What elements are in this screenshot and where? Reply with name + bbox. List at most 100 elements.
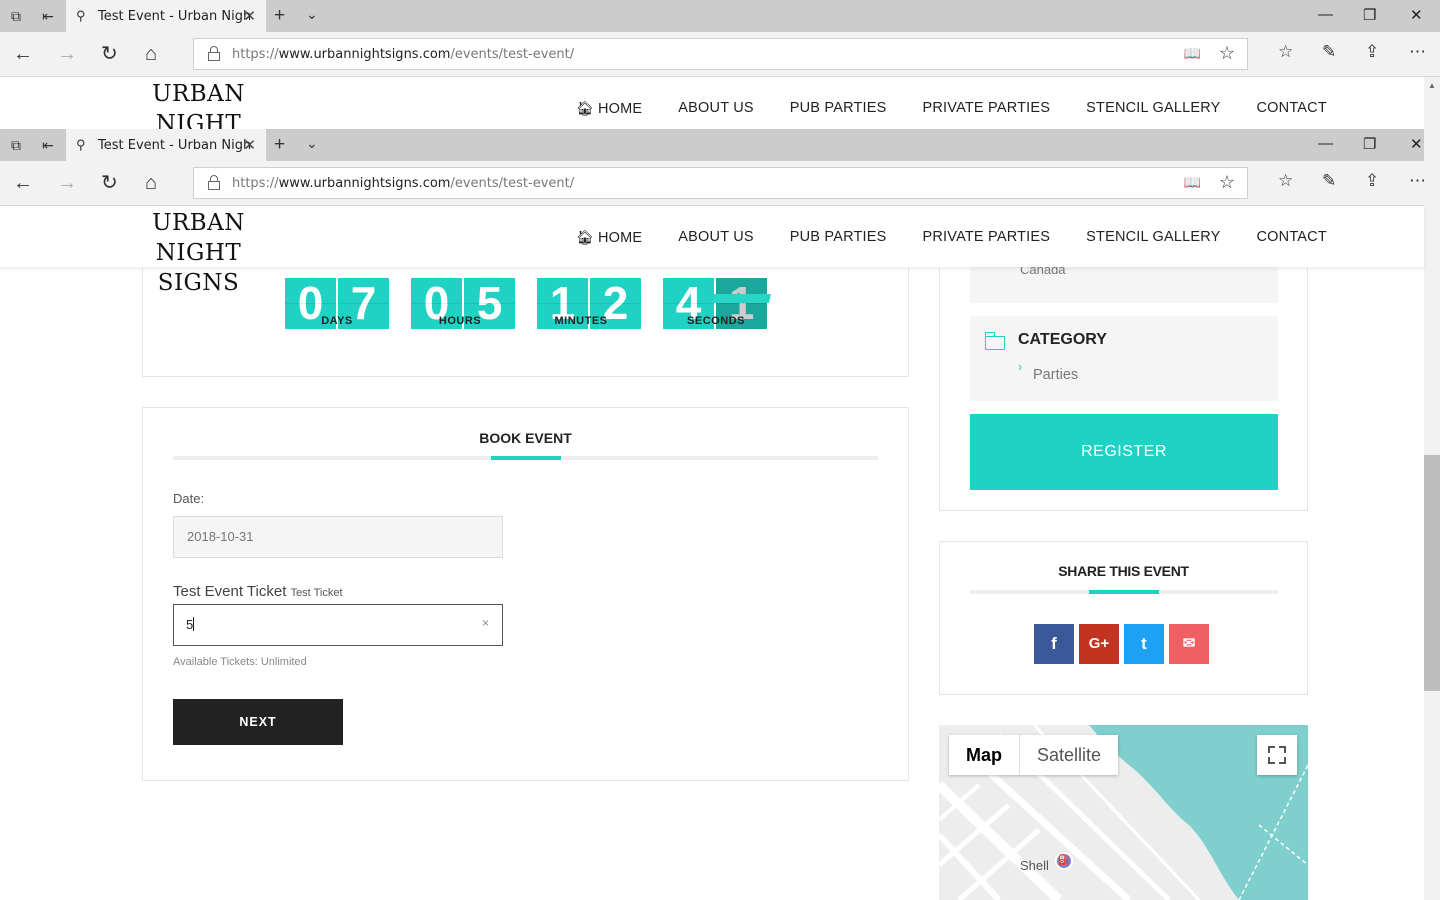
tab-preview-chevron-icon[interactable]: ⌄	[306, 6, 318, 23]
nav-about-us[interactable]: ABOUT US	[678, 100, 753, 117]
nav-stencil-gallery[interactable]: STENCIL GALLERY	[1086, 100, 1220, 117]
pen-icon[interactable]: ✎	[1322, 171, 1336, 191]
ticket-label: Test Event Ticket Test Ticket	[173, 583, 343, 600]
event-map[interactable]: Map Satellite Shell ⛽	[939, 725, 1308, 900]
home-icon: 🏠︎	[576, 229, 594, 245]
fullscreen-icon[interactable]	[1257, 735, 1297, 775]
share-icon[interactable]: ⇪	[1365, 42, 1379, 62]
text-caret	[193, 617, 195, 631]
browser-tab[interactable]: ⚲ Test Event - Urban Nigh ✕	[66, 0, 266, 32]
title-divider-accent	[1089, 590, 1159, 594]
refresh-icon[interactable]: ↻	[101, 43, 118, 65]
category-link[interactable]: Parties	[1033, 367, 1078, 383]
nav-private-parties[interactable]: PRIVATE PARTIES	[923, 100, 1051, 117]
new-tab-icon[interactable]: +	[274, 5, 285, 27]
nav-pub-parties[interactable]: PUB PARTIES	[790, 229, 887, 246]
countdown-label-days: DAYS	[321, 315, 353, 327]
reading-view-icon[interactable]: 📖	[1184, 45, 1201, 62]
scroll-up-icon[interactable]: ▲	[1428, 81, 1436, 90]
tab-actions-icon[interactable]: ⧉	[8, 8, 24, 24]
site-header: URBAN NIGHT SIGNS 🏠︎HOME ABOUT US PUB PA…	[0, 77, 1424, 129]
new-tab-icon[interactable]: +	[274, 134, 285, 156]
forward-icon[interactable]: →	[57, 172, 77, 194]
twitter-icon[interactable]: t	[1124, 624, 1164, 664]
countdown-label-minutes: MINUTES	[554, 315, 608, 327]
register-button[interactable]: REGISTER	[970, 414, 1278, 490]
countdown-label-hours: HOURS	[438, 315, 482, 327]
nav-contact[interactable]: CONTACT	[1257, 100, 1327, 117]
home-icon[interactable]: ⌂	[145, 172, 157, 194]
nav-pub-parties[interactable]: PUB PARTIES	[790, 100, 887, 117]
category-box: CATEGORY › Parties	[970, 316, 1278, 401]
restore-icon[interactable]: ❐	[1363, 135, 1376, 153]
share-title: SHARE THIS EVENT	[1058, 563, 1189, 579]
pen-icon[interactable]: ✎	[1322, 42, 1336, 62]
clear-icon[interactable]: ×	[482, 616, 489, 630]
nav-about-us[interactable]: ABOUT US	[678, 229, 753, 246]
reading-view-icon[interactable]: 📖	[1184, 174, 1201, 191]
minimize-icon[interactable]: —	[1318, 135, 1333, 152]
main-nav: 🏠︎ HOME ABOUT US PUB PARTIES PRIVATE PART…	[576, 100, 1327, 117]
more-icon[interactable]: ⋯	[1409, 42, 1426, 62]
map-tab-satellite[interactable]: Satellite	[1020, 735, 1118, 775]
browser-tab[interactable]: ⚲ Test Event - Urban Nigh ✕	[66, 129, 266, 161]
next-button[interactable]: NEXT	[173, 699, 343, 745]
site-header: URBAN NIGHT SIGNS 🏠︎HOME ABOUT US PUB PA…	[0, 206, 1424, 296]
share-icon[interactable]: ⇪	[1365, 171, 1379, 191]
refresh-icon[interactable]: ↻	[101, 172, 118, 194]
back-icon[interactable]: ←	[13, 172, 33, 194]
gas-station-pin-icon[interactable]: ⛽	[1055, 852, 1073, 870]
site-logo[interactable]: URBAN NIGHT SIGNS	[116, 79, 281, 129]
tab-close-icon[interactable]: ✕	[243, 136, 256, 154]
available-tickets-text: Available Tickets: Unlimited	[173, 656, 307, 668]
tab-actions-icon[interactable]: ⧉	[8, 137, 24, 153]
nav-home[interactable]: 🏠︎ HOME	[576, 100, 642, 117]
nav-contact[interactable]: CONTACT	[1257, 229, 1327, 246]
google-plus-icon[interactable]: G+	[1079, 624, 1119, 664]
tab-close-icon[interactable]: ✕	[243, 7, 256, 25]
set-aside-tabs-icon[interactable]: ⇤	[40, 8, 56, 24]
favorites-list-icon[interactable]: ☆	[1278, 171, 1293, 191]
favorite-star-icon[interactable]: ☆	[1219, 43, 1235, 64]
map-place-label: Shell	[1020, 858, 1049, 873]
email-icon[interactable]: ✉	[1169, 624, 1209, 664]
forward-icon[interactable]: →	[57, 43, 77, 65]
site-favicon-icon: ⚲	[76, 137, 86, 152]
nav-stencil-gallery[interactable]: STENCIL GALLERY	[1086, 229, 1220, 246]
category-title: CATEGORY	[1018, 331, 1107, 348]
site-logo[interactable]: URBAN NIGHT SIGNS	[116, 208, 281, 298]
browser-chrome: ⧉ ⇤ ⚲ Test Event - Urban Nigh ✕ + ⌄ — ❐ …	[0, 129, 1440, 206]
favorites-list-icon[interactable]: ☆	[1278, 42, 1293, 62]
window-close-icon[interactable]: ✕	[1410, 135, 1423, 153]
nav-home[interactable]: 🏠︎ HOME	[576, 229, 642, 246]
ticket-quantity-input[interactable]: 5 ×	[173, 604, 503, 646]
url-input[interactable]: https://www.urbannightsigns.com/events/t…	[193, 167, 1248, 199]
share-card: SHARE THIS EVENT f G+ t ✉	[939, 541, 1308, 695]
browser-chrome: ⧉ ⇤ ⚲ Test Event - Urban Nigh ✕ + ⌄ — ❐ …	[0, 0, 1440, 77]
title-divider-accent	[491, 456, 561, 460]
window-close-icon[interactable]: ✕	[1410, 6, 1423, 24]
nav-private-parties[interactable]: PRIVATE PARTIES	[923, 229, 1051, 246]
tab-preview-chevron-icon[interactable]: ⌄	[306, 135, 318, 152]
home-icon[interactable]: ⌂	[145, 43, 157, 65]
url-text: https://www.urbannightsigns.com/events/t…	[232, 47, 575, 62]
back-icon[interactable]: ←	[13, 43, 33, 65]
favorite-star-icon[interactable]: ☆	[1219, 172, 1235, 193]
facebook-icon[interactable]: f	[1034, 624, 1074, 664]
chevron-right-icon: ›	[1018, 359, 1023, 374]
book-event-card: BOOK EVENT Date: 2018-10-31 Test Event T…	[142, 407, 909, 781]
tab-bar: ⧉ ⇤ ⚲ Test Event - Urban Nigh ✕ + ⌄ — ❐ …	[0, 129, 1440, 161]
scrollbar-thumb[interactable]	[1424, 455, 1440, 691]
lock-icon	[208, 46, 220, 61]
date-field[interactable]: 2018-10-31	[173, 516, 503, 558]
set-aside-tabs-icon[interactable]: ⇤	[40, 137, 56, 153]
main-nav: 🏠︎ HOME ABOUT US PUB PARTIES PRIVATE PART…	[576, 229, 1327, 246]
countdown-label-seconds: SECONDS	[687, 315, 745, 327]
url-input[interactable]: https://www.urbannightsigns.com/events/t…	[193, 38, 1248, 70]
restore-icon[interactable]: ❐	[1363, 6, 1376, 24]
address-bar-row: ← → ↻ ⌂ https://www.urbannightsigns.com/…	[0, 32, 1440, 77]
minimize-icon[interactable]: —	[1318, 6, 1333, 23]
map-tab-map[interactable]: Map	[949, 735, 1020, 775]
home-icon: 🏠︎	[576, 100, 594, 116]
site-favicon-icon: ⚲	[76, 8, 86, 23]
